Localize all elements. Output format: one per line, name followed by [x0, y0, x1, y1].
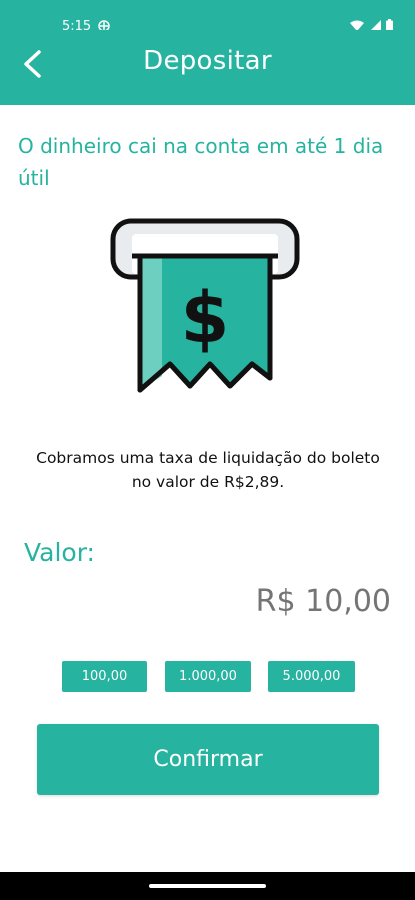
app-bar: Depositar — [0, 30, 415, 105]
amount-value[interactable]: R$ 10,00 — [256, 584, 391, 619]
quick-amount-1000-button[interactable]: 1.000,00 — [165, 661, 251, 692]
svg-text:$: $ — [181, 277, 230, 359]
system-nav-bar — [0, 872, 415, 900]
fee-note: Cobramos uma taxa de liquidação do bolet… — [36, 449, 380, 491]
receipt-dollar-icon: $ — [110, 218, 300, 393]
valor-label: Valor: — [24, 538, 95, 567]
quick-amount-100-button[interactable]: 100,00 — [62, 661, 147, 692]
page-title: Depositar — [143, 46, 272, 76]
headline: O dinheiro cai na conta em até 1 dia úti… — [18, 134, 384, 190]
confirm-button[interactable]: Confirmar — [37, 724, 379, 795]
quick-amount-5000-button[interactable]: 5.000,00 — [268, 661, 355, 692]
home-indicator[interactable] — [149, 884, 266, 888]
